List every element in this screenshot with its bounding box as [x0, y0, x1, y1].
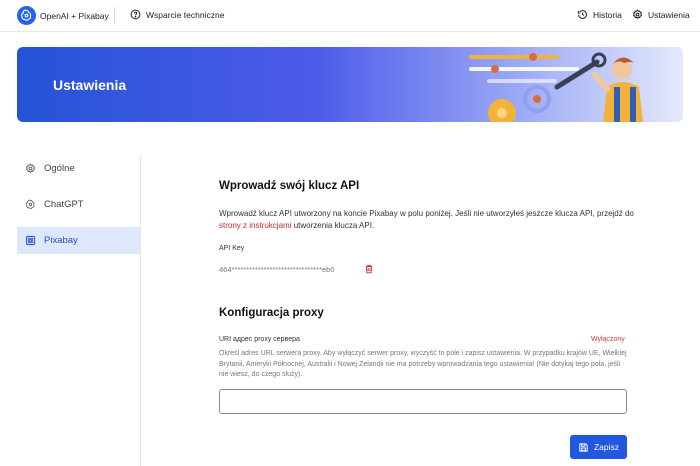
sidebar-item-pixabay[interactable]: Pixabay [17, 227, 140, 254]
api-key-description: Wprowadź klucz API utworzony na koncie P… [219, 208, 639, 232]
app-title[interactable]: OpenAI + Pixabay [40, 11, 109, 21]
help-circle-icon [130, 9, 141, 20]
trash-icon[interactable] [364, 264, 374, 274]
settings-sidebar: Ogólne ChatGPT Pixabay [17, 154, 141, 466]
gear-icon [25, 163, 36, 174]
settings-banner: Ustawienia [17, 47, 683, 122]
top-bar: OpenAI + Pixabay Wsparcie techniczne His… [0, 0, 700, 32]
sidebar-item-label: ChatGPT [44, 199, 84, 210]
settings-label: Ustawienia [648, 9, 690, 20]
page-title: Ustawienia [53, 77, 127, 93]
api-key-label: API Key [219, 245, 245, 252]
proxy-heading: Konfiguracja proxy [219, 307, 324, 319]
history-icon [577, 10, 587, 19]
proxy-url-label: URI адрес proxy сервера [219, 336, 300, 343]
sidebar-item-label: Ogólne [44, 163, 75, 174]
instructions-link[interactable]: strony z instrukcjami [219, 221, 291, 230]
save-label: Zapisz [593, 442, 620, 452]
openai-icon [25, 199, 35, 209]
openai-logo-icon[interactable] [17, 6, 36, 25]
description-text-end: utworzenia klucza API. [291, 221, 375, 230]
proxy-help-text: Określ adres URL serwera proxy. Aby wyłą… [219, 350, 627, 378]
sidebar-item-general[interactable]: Ogólne [17, 155, 140, 182]
settings-link[interactable]: Ustawienia [632, 9, 690, 20]
support-link[interactable]: Wsparcie techniczne [130, 9, 224, 20]
sidebar-item-chatgpt[interactable]: ChatGPT [17, 191, 140, 218]
proxy-url-input[interactable] [219, 389, 627, 414]
api-key-value: 464*******************************eb0 [219, 265, 335, 274]
save-icon [579, 442, 588, 452]
gear-icon [632, 9, 643, 20]
proxy-status-badge: Wyłączony [591, 336, 625, 343]
history-link[interactable]: Historia [577, 9, 622, 20]
sidebar-item-label: Pixabay [44, 235, 78, 246]
mechanic-illustration [469, 52, 643, 122]
pixabay-icon [25, 235, 36, 246]
save-button[interactable]: Zapisz [570, 435, 627, 459]
support-label: Wsparcie techniczne [146, 9, 225, 20]
header-divider [114, 7, 115, 25]
api-key-heading: Wprowadź swój klucz API [219, 180, 360, 192]
history-label: Historia [593, 9, 622, 20]
description-text: Wprowadź klucz API utworzony na koncie P… [219, 209, 634, 218]
